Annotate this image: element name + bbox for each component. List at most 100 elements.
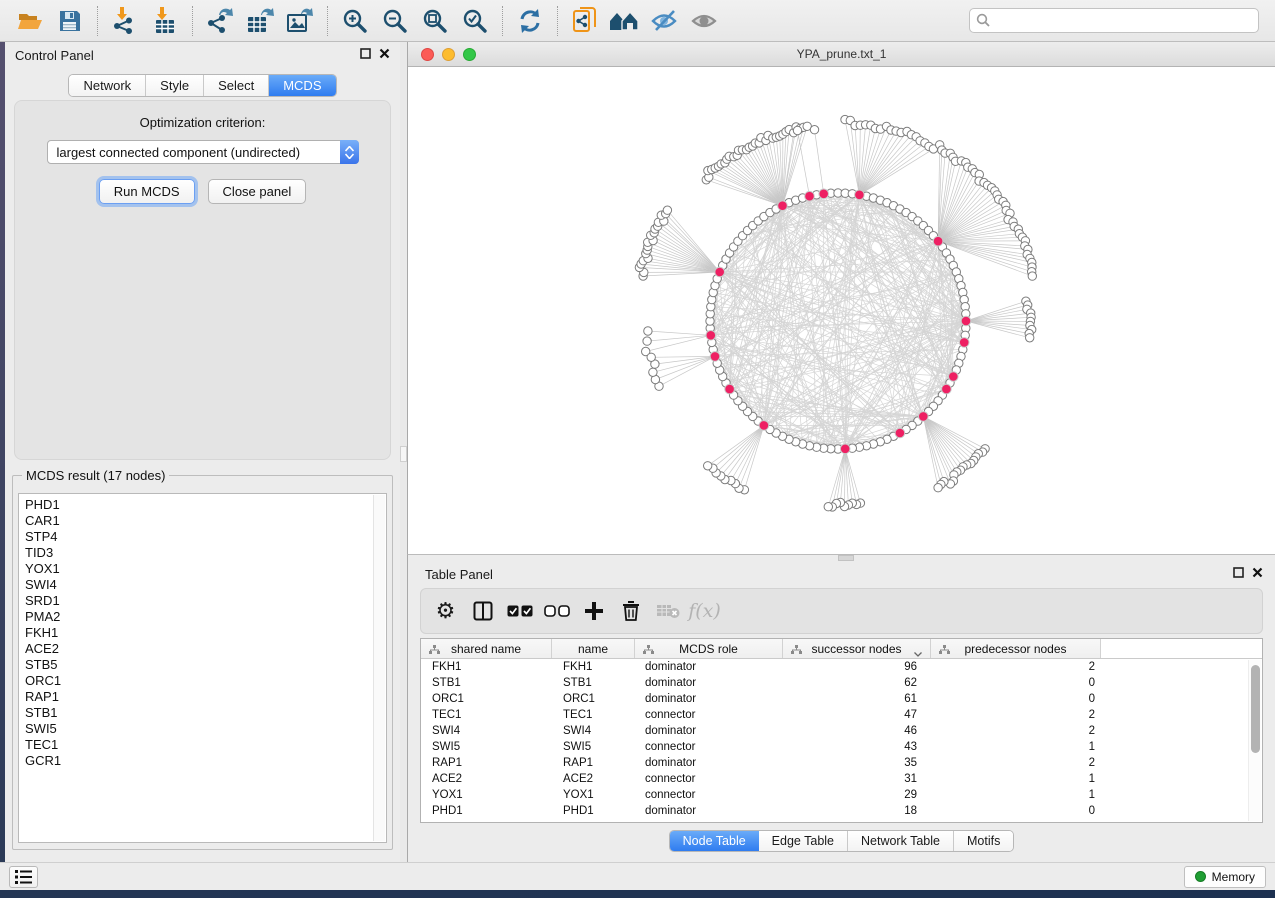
- mcds-node[interactable]: [706, 331, 716, 341]
- column-header-successor-nodes[interactable]: successor nodes: [783, 639, 931, 658]
- vertical-split-divider[interactable]: [400, 42, 407, 862]
- mcds-node[interactable]: [710, 352, 720, 362]
- table-cell[interactable]: 43: [783, 739, 931, 755]
- graph-node[interactable]: [647, 353, 655, 361]
- graph-node[interactable]: [704, 462, 712, 470]
- graph-node[interactable]: [793, 126, 801, 134]
- table-cell[interactable]: dominator: [635, 803, 783, 819]
- mcds-node-item[interactable]: GCR1: [25, 753, 386, 769]
- table-row[interactable]: STB1STB1dominator620: [421, 675, 1262, 691]
- zoom-out-icon[interactable]: [375, 4, 415, 38]
- mcds-node-item[interactable]: STP4: [25, 529, 386, 545]
- table-cell[interactable]: connector: [635, 739, 783, 755]
- mcds-node-item[interactable]: YOX1: [25, 561, 386, 577]
- table-cell[interactable]: PHD1: [421, 803, 552, 819]
- table-cell[interactable]: STB1: [552, 675, 635, 691]
- graph-node[interactable]: [824, 503, 832, 511]
- horizontal-split-divider[interactable]: [407, 555, 1275, 562]
- table-cell[interactable]: dominator: [635, 691, 783, 707]
- table-cell[interactable]: 0: [931, 675, 1101, 691]
- add-column-icon[interactable]: [575, 593, 612, 629]
- mcds-node-item[interactable]: STB1: [25, 705, 386, 721]
- column-header-predecessor-nodes[interactable]: predecessor nodes: [931, 639, 1101, 658]
- float-panel-icon[interactable]: [360, 46, 371, 64]
- float-panel-icon[interactable]: [1233, 565, 1244, 583]
- table-cell[interactable]: ORC1: [421, 691, 552, 707]
- table-cell[interactable]: dominator: [635, 755, 783, 771]
- table-row[interactable]: SWI5SWI5connector431: [421, 739, 1262, 755]
- mcds-node-item[interactable]: CAR1: [25, 513, 386, 529]
- table-cell[interactable]: 96: [783, 659, 931, 675]
- table-row[interactable]: PHD1PHD1dominator180: [421, 803, 1262, 819]
- mcds-node-item[interactable]: PHD1: [25, 497, 386, 513]
- show-all-icon[interactable]: [685, 4, 725, 38]
- refresh-icon[interactable]: [510, 4, 550, 38]
- graph-node[interactable]: [663, 206, 671, 214]
- table-cell[interactable]: 0: [931, 803, 1101, 819]
- export-image-icon[interactable]: [280, 4, 320, 38]
- mcds-node[interactable]: [942, 384, 952, 394]
- table-row[interactable]: ACE2ACE2connector311: [421, 771, 1262, 787]
- table-cell[interactable]: TEC1: [552, 707, 635, 723]
- close-panel-button[interactable]: Close panel: [208, 179, 307, 204]
- table-cell[interactable]: 29: [783, 787, 931, 803]
- divider-grip[interactable]: [838, 555, 854, 561]
- zoom-fit-icon[interactable]: [415, 4, 455, 38]
- table-cell[interactable]: FKH1: [552, 659, 635, 675]
- mcds-node-item[interactable]: ACE2: [25, 641, 386, 657]
- table-cell[interactable]: 0: [931, 691, 1101, 707]
- table-cell[interactable]: SWI5: [421, 739, 552, 755]
- tab-select[interactable]: Select: [204, 75, 269, 96]
- new-network-from-selection-icon[interactable]: [565, 4, 605, 38]
- table-cell[interactable]: 2: [931, 707, 1101, 723]
- criterion-dropdown[interactable]: largest connected component (undirected): [47, 140, 359, 164]
- list-scrollbar-track[interactable]: [373, 495, 385, 841]
- table-cell[interactable]: YOX1: [552, 787, 635, 803]
- table-cell[interactable]: TEC1: [421, 707, 552, 723]
- table-row[interactable]: FKH1FKH1dominator962: [421, 659, 1262, 675]
- table-scrollbar-track[interactable]: [1248, 660, 1261, 821]
- mcds-node[interactable]: [933, 236, 943, 246]
- graph-node[interactable]: [649, 368, 657, 376]
- close-panel-icon[interactable]: [379, 46, 390, 64]
- mcds-node-item[interactable]: FKH1: [25, 625, 386, 641]
- mcds-node-item[interactable]: TEC1: [25, 737, 386, 753]
- hide-selected-icon[interactable]: [645, 4, 685, 38]
- delete-column-icon[interactable]: [612, 593, 649, 629]
- column-header-shared-name[interactable]: shared name: [421, 639, 552, 658]
- table-scrollbar-thumb[interactable]: [1251, 665, 1260, 753]
- tab-motifs[interactable]: Motifs: [954, 831, 1013, 851]
- mcds-node[interactable]: [778, 201, 788, 211]
- export-table-icon[interactable]: [240, 4, 280, 38]
- mcds-node[interactable]: [959, 338, 969, 348]
- table-row[interactable]: SWI4SWI4dominator462: [421, 723, 1262, 739]
- mcds-node-item[interactable]: PMA2: [25, 609, 386, 625]
- table-cell[interactable]: ORC1: [552, 691, 635, 707]
- table-cell[interactable]: SWI5: [552, 739, 635, 755]
- mcds-node[interactable]: [725, 384, 735, 394]
- table-cell[interactable]: 46: [783, 723, 931, 739]
- table-cell[interactable]: 2: [931, 723, 1101, 739]
- table-settings-icon[interactable]: ⚙: [427, 593, 464, 629]
- table-cell[interactable]: STB1: [421, 675, 552, 691]
- table-row[interactable]: ORC1ORC1dominator610: [421, 691, 1262, 707]
- graph-node[interactable]: [810, 126, 818, 134]
- import-network-icon[interactable]: [105, 4, 145, 38]
- mcds-node-item[interactable]: ORC1: [25, 673, 386, 689]
- open-session-icon[interactable]: [10, 4, 50, 38]
- table-cell[interactable]: 62: [783, 675, 931, 691]
- table-cell[interactable]: ACE2: [421, 771, 552, 787]
- split-columns-icon[interactable]: [464, 593, 501, 629]
- table-cell[interactable]: dominator: [635, 723, 783, 739]
- tab-style[interactable]: Style: [146, 75, 204, 96]
- save-session-icon[interactable]: [50, 4, 90, 38]
- table-cell[interactable]: 1: [931, 787, 1101, 803]
- mcds-node-item[interactable]: SRD1: [25, 593, 386, 609]
- tab-mcds[interactable]: MCDS: [269, 75, 335, 96]
- mcds-node[interactable]: [855, 190, 865, 200]
- table-cell[interactable]: SWI4: [552, 723, 635, 739]
- table-cell[interactable]: 2: [931, 659, 1101, 675]
- column-header-name[interactable]: name: [552, 639, 635, 658]
- table-cell[interactable]: ACE2: [552, 771, 635, 787]
- table-cell[interactable]: 1: [931, 771, 1101, 787]
